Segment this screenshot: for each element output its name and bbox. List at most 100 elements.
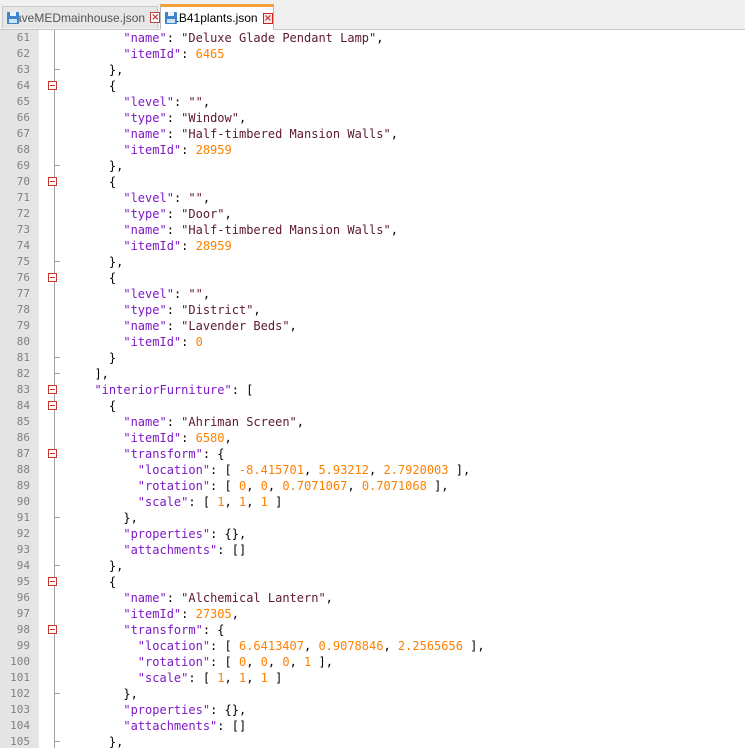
code-line[interactable]: 86 "itemId": 6580, <box>0 430 745 446</box>
code-line[interactable]: 84 { <box>0 398 745 414</box>
code-line[interactable]: 99 "location": [ 6.6413407, 0.9078846, 2… <box>0 638 745 654</box>
json-key: "type" <box>123 111 167 125</box>
json-punctuation: { <box>108 271 117 285</box>
code-line[interactable]: 73 "name": "Half-timbered Mansion Walls"… <box>0 222 745 238</box>
line-number: 96 <box>16 591 30 604</box>
code-line[interactable]: 72 "type": "Door", <box>0 206 745 222</box>
tab-savemedmainhouse[interactable]: saveMEDmainhouse.json × <box>2 6 161 28</box>
code-line[interactable]: 91 }, <box>0 510 745 526</box>
code-line[interactable]: 81 } <box>0 350 745 366</box>
code-line[interactable]: 94 }, <box>0 558 745 574</box>
tab-lb41plants[interactable]: LB41plants.json × <box>160 4 274 30</box>
code-text: "level": "", <box>80 190 210 206</box>
json-key: "rotation" <box>137 655 211 669</box>
code-line[interactable]: 104 "attachments": [] <box>0 718 745 734</box>
code-line[interactable]: 100 "rotation": [ 0, 0, 0, 1 ], <box>0 654 745 670</box>
code-text: "level": "", <box>80 94 210 110</box>
code-line[interactable]: 71 "level": "", <box>0 190 745 206</box>
json-punctuation: : <box>173 287 189 301</box>
code-line[interactable]: 66 "type": "Window", <box>0 110 745 126</box>
fold-collapse-icon[interactable] <box>48 449 57 458</box>
code-line[interactable]: 70 { <box>0 174 745 190</box>
code-line[interactable]: 97 "itemId": 27305, <box>0 606 745 622</box>
json-punctuation: : [] <box>217 543 247 557</box>
code-line[interactable]: 82 ], <box>0 366 745 382</box>
fold-collapse-icon[interactable] <box>48 401 57 410</box>
code-line[interactable]: 69 }, <box>0 158 745 174</box>
code-line[interactable]: 64 { <box>0 78 745 94</box>
code-text: { <box>80 174 116 190</box>
code-text: { <box>80 398 116 414</box>
line-number: 103 <box>10 703 30 716</box>
code-line[interactable]: 90 "scale": [ 1, 1, 1 ] <box>0 494 745 510</box>
code-line[interactable]: 93 "attachments": [] <box>0 542 745 558</box>
fold-collapse-icon[interactable] <box>48 385 57 394</box>
fold-collapse-icon[interactable] <box>48 81 57 90</box>
fold-collapse-icon[interactable] <box>48 177 57 186</box>
save-file-icon <box>164 11 177 25</box>
code-line[interactable]: 95 { <box>0 574 745 590</box>
code-line[interactable]: 88 "location": [ -8.415701, 5.93212, 2.7… <box>0 462 745 478</box>
code-line[interactable]: 96 "name": "Alchemical Lantern", <box>0 590 745 606</box>
code-line[interactable]: 62 "itemId": 6465 <box>0 46 745 62</box>
code-text: }, <box>80 62 123 78</box>
code-line[interactable]: 92 "properties": {}, <box>0 526 745 542</box>
json-punctuation: : <box>166 415 182 429</box>
code-text: "itemId": 6580, <box>80 430 231 446</box>
code-line[interactable]: 68 "itemId": 28959 <box>0 142 745 158</box>
code-text: "type": "Window", <box>80 110 246 126</box>
json-punctuation: : <box>181 335 196 349</box>
code-line[interactable]: 87 "transform": { <box>0 446 745 462</box>
code-line[interactable]: 89 "rotation": [ 0, 0, 0.7071067, 0.7071… <box>0 478 745 494</box>
json-punctuation: : <box>181 607 196 621</box>
code-line[interactable]: 76 { <box>0 270 745 286</box>
json-string: "Deluxe Glade Pendant Lamp" <box>181 31 377 45</box>
code-line[interactable]: 105 }, <box>0 734 745 748</box>
code-line[interactable]: 61 "name": "Deluxe Glade Pendant Lamp", <box>0 30 745 46</box>
line-number: 80 <box>16 335 30 348</box>
code-line[interactable]: 79 "name": "Lavender Beds", <box>0 318 745 334</box>
code-line[interactable]: 103 "properties": {}, <box>0 702 745 718</box>
line-number: 99 <box>16 639 30 652</box>
line-number: 100 <box>10 655 30 668</box>
code-editor[interactable]: 61 "name": "Deluxe Glade Pendant Lamp", 6… <box>0 30 745 748</box>
code-line[interactable]: 98 "transform": { <box>0 622 745 638</box>
json-key: "scale" <box>137 495 189 509</box>
code-line[interactable]: 80 "itemId": 0 <box>0 334 745 350</box>
close-tab-icon[interactable]: × <box>150 12 161 23</box>
code-line[interactable]: 63 }, <box>0 62 745 78</box>
code-line[interactable]: 102 }, <box>0 686 745 702</box>
code-line[interactable]: 74 "itemId": 28959 <box>0 238 745 254</box>
code-line[interactable]: 83 "interiorFurniture": [ <box>0 382 745 398</box>
json-punctuation: , <box>303 639 319 653</box>
code-text: "properties": {}, <box>80 526 246 542</box>
code-text: }, <box>80 686 137 702</box>
json-punctuation: ], <box>426 479 449 493</box>
code-text: "name": "Lavender Beds", <box>80 318 296 334</box>
json-punctuation: , <box>376 31 384 45</box>
code-line[interactable]: 77 "level": "", <box>0 286 745 302</box>
code-line[interactable]: 85 "name": "Ahriman Screen", <box>0 414 745 430</box>
close-tab-icon[interactable]: × <box>262 12 273 24</box>
code-text: { <box>80 574 116 590</box>
code-line[interactable]: 75 }, <box>0 254 745 270</box>
json-punctuation: , <box>231 607 239 621</box>
fold-collapse-icon[interactable] <box>48 625 57 634</box>
code-line[interactable]: 67 "name": "Half-timbered Mansion Walls"… <box>0 126 745 142</box>
code-line[interactable]: 65 "level": "", <box>0 94 745 110</box>
fold-collapse-icon[interactable] <box>48 577 57 586</box>
code-text: "interiorFurniture": [ <box>80 382 253 398</box>
code-line[interactable]: 78 "type": "District", <box>0 302 745 318</box>
fold-collapse-icon[interactable] <box>48 273 57 282</box>
code-line[interactable]: 101 "scale": [ 1, 1, 1 ] <box>0 670 745 686</box>
code-text: "name": "Half-timbered Mansion Walls", <box>80 126 398 142</box>
json-key: "name" <box>123 591 167 605</box>
